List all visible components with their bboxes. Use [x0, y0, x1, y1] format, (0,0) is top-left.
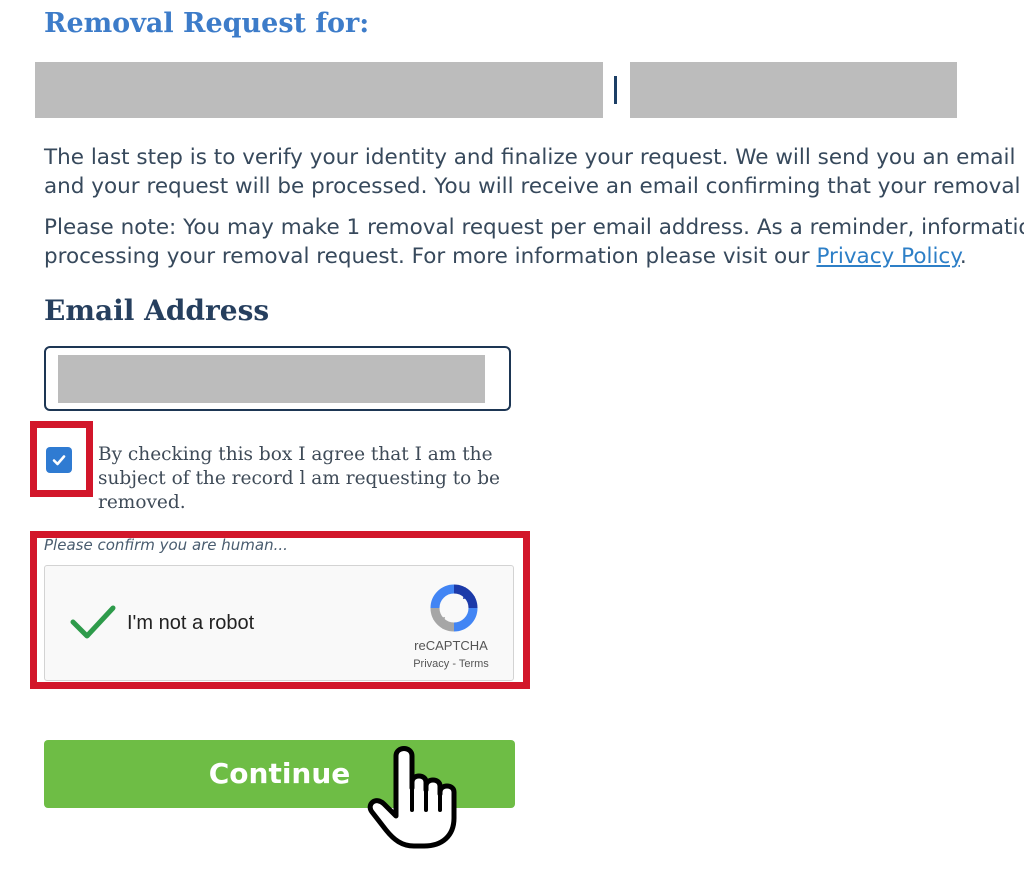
page-title: Removal Request for: [44, 8, 370, 39]
agree-label: By checking this box I agree that I am t… [98, 444, 500, 513]
email-field[interactable] [44, 346, 511, 411]
human-prompt: Please confirm you are human... [44, 536, 288, 554]
intro-paragraph: The last step is to verify your identity… [44, 143, 1024, 201]
note-line-2: processing your removal request. For mor… [44, 244, 817, 269]
note-paragraph: Please note: You may make 1 removal requ… [44, 213, 1024, 271]
agree-checkbox[interactable] [46, 447, 72, 473]
note-line-1: Please note: You may make 1 removal requ… [44, 215, 1024, 240]
check-mark-icon[interactable] [69, 602, 117, 642]
not-a-robot-label: I'm not a robot [127, 612, 255, 634]
hand-pointer-icon [367, 746, 457, 849]
intro-line-2: and your request will be processed. You … [44, 174, 1021, 199]
privacy-policy-link[interactable]: Privacy Policy [816, 244, 959, 269]
checkmark-icon [52, 455, 66, 466]
name-separator [614, 76, 617, 104]
redacted-name [35, 62, 603, 118]
recaptcha-brand: reCAPTCHA [414, 638, 488, 653]
redacted-location [630, 62, 957, 118]
email-label: Email Address [44, 294, 270, 327]
redacted-email-value [58, 355, 485, 403]
recaptcha-privacy-terms[interactable]: Privacy - Terms [391, 658, 511, 670]
recaptcha-logo-icon [430, 584, 478, 632]
recaptcha-widget: I'm not a robot reCAPTCHA Privacy - Term… [44, 565, 514, 681]
note-line-2-period: . [959, 244, 967, 269]
intro-line-1: The last step is to verify your identity… [44, 145, 1016, 170]
